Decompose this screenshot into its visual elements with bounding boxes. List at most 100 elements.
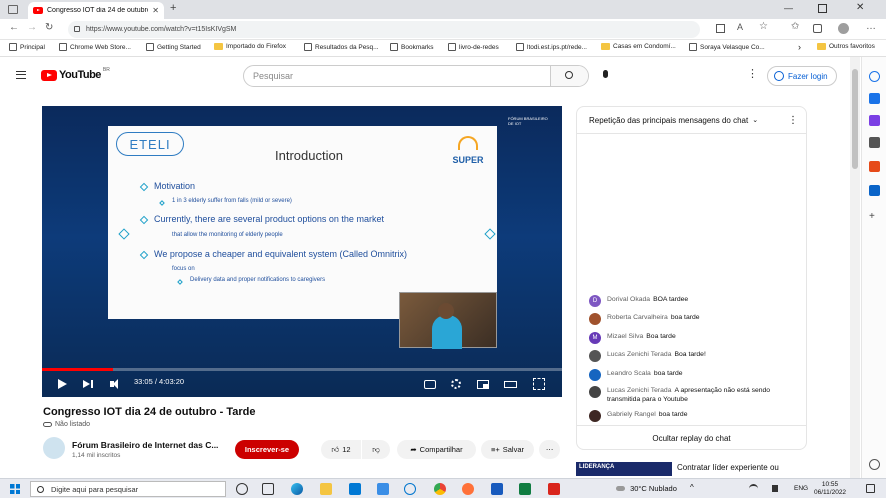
avatar xyxy=(589,386,601,398)
microphone-icon[interactable] xyxy=(603,70,608,78)
page-scrollbar[interactable] xyxy=(850,57,860,478)
youtube-logo[interactable]: YouTube BR xyxy=(41,67,110,81)
url-field[interactable]: https://www.youtube.com/watch?v=t15IsKIV… xyxy=(68,21,700,38)
scrollbar-thumb[interactable] xyxy=(852,69,858,169)
more-options-icon[interactable]: … xyxy=(866,21,876,32)
chevron-right-icon[interactable]: › xyxy=(798,42,801,52)
bookmark-folder-other[interactable]: Outros favoritos xyxy=(817,43,875,50)
subtitles-icon[interactable] xyxy=(423,377,437,391)
slide-sub-bullet: that allow the monitoring of elderly peo… xyxy=(172,232,283,238)
favorite-star-icon[interactable]: ☆ xyxy=(759,21,768,32)
menu-icon[interactable] xyxy=(16,71,26,79)
search-input[interactable]: Pesquisar xyxy=(243,65,589,87)
office-icon[interactable] xyxy=(869,161,880,172)
volume-icon[interactable] xyxy=(108,377,122,391)
collections-icon[interactable] xyxy=(813,24,822,33)
play-icon[interactable] xyxy=(55,377,69,391)
games-icon[interactable] xyxy=(869,137,880,148)
like-button[interactable]: 👍︎ 12 xyxy=(321,440,361,459)
save-button[interactable]: ≡+ Salvar xyxy=(481,440,534,459)
bookmark-item[interactable]: Principal xyxy=(9,43,45,51)
reload-icon[interactable]: ↻ xyxy=(45,22,53,33)
close-tab-icon[interactable]: ✕ xyxy=(152,6,159,15)
page-icon xyxy=(304,43,312,51)
favorites-icon[interactable]: ✩ xyxy=(791,21,799,32)
theater-mode-icon[interactable] xyxy=(503,377,517,391)
language-indicator[interactable]: ENG xyxy=(794,485,808,492)
bookmark-item[interactable]: livro-de-redes xyxy=(448,43,499,51)
search-icon[interactable] xyxy=(869,71,880,82)
bookmark-folder[interactable]: Casas em Condomí... xyxy=(601,43,676,50)
video-player[interactable]: FÓRUM BRASILEIRO DE IOT ETELI Introducti… xyxy=(42,106,562,397)
windows-start-icon[interactable] xyxy=(10,484,20,494)
dislike-button[interactable]: 👎︎ xyxy=(362,440,390,459)
bookmark-item[interactable]: ltodi.est.ips.pt/rede... xyxy=(516,43,587,51)
ad-thumbnail[interactable]: LIDERANÇA xyxy=(576,462,672,476)
profile-avatar[interactable] xyxy=(838,23,849,34)
taskbar-search-input[interactable]: Digite aqui para pesquisar xyxy=(30,481,226,497)
fullscreen-icon[interactable] xyxy=(532,377,546,391)
acrobat-icon[interactable] xyxy=(548,483,560,495)
outlook-icon[interactable] xyxy=(869,185,880,196)
ad-title[interactable]: Contratar líder experiente ou xyxy=(677,463,779,472)
share-button[interactable]: ➦ Compartilhar xyxy=(397,440,476,459)
weather-widget[interactable]: 30°C Nublado xyxy=(616,484,677,493)
chat-header[interactable]: Repetição das principais mensagens do ch… xyxy=(577,107,806,134)
add-icon[interactable]: + xyxy=(869,211,880,222)
firefox-icon[interactable] xyxy=(462,483,474,495)
forward-icon[interactable]: → xyxy=(27,22,37,33)
speaker-webcam xyxy=(399,292,497,349)
miniplayer-icon[interactable] xyxy=(476,377,490,391)
read-aloud-icon[interactable]: A xyxy=(737,22,743,32)
close-window-icon[interactable]: ✕ xyxy=(856,2,864,13)
progress-bar[interactable] xyxy=(42,368,562,371)
sidebar-settings-icon[interactable] xyxy=(869,459,880,470)
minimize-icon[interactable]: — xyxy=(784,3,793,13)
new-tab-icon[interactable]: + xyxy=(170,2,176,14)
back-icon[interactable]: ← xyxy=(9,22,19,33)
word-icon[interactable] xyxy=(491,483,503,495)
dell-icon[interactable] xyxy=(404,483,416,495)
bookmark-folder[interactable]: Importado do Firefox xyxy=(214,43,286,50)
subscribe-button[interactable]: Inscrever-se xyxy=(235,440,299,459)
edge-icon[interactable] xyxy=(291,483,303,495)
page-icon xyxy=(9,43,17,51)
bookmark-item[interactable]: Soraya Velasque Co... xyxy=(689,43,765,51)
app-available-icon[interactable] xyxy=(716,24,725,33)
settings-gear-icon[interactable] xyxy=(449,377,463,391)
channel-avatar[interactable] xyxy=(43,437,65,459)
volume-tray-icon[interactable] xyxy=(772,485,778,492)
task-view-icon[interactable] xyxy=(262,483,274,495)
more-actions-button[interactable]: ⋯ xyxy=(539,440,560,459)
taskbar-clock[interactable]: 10:55 06/11/2022 xyxy=(814,481,846,497)
next-icon[interactable] xyxy=(81,377,95,391)
address-bar-row: ← → ↻ https://www.youtube.com/watch?v=t1… xyxy=(0,19,886,40)
search-button[interactable] xyxy=(550,66,588,86)
speaker-head xyxy=(438,303,454,319)
bookmark-item[interactable]: Getting Started xyxy=(146,43,201,51)
excel-icon[interactable] xyxy=(519,483,531,495)
sign-in-button[interactable]: Fazer login xyxy=(767,66,837,86)
channel-name[interactable]: Fórum Brasileiro de Internet das C... xyxy=(72,440,224,450)
cortana-icon[interactable] xyxy=(236,483,248,495)
bookmark-item[interactable]: Chrome Web Store... xyxy=(59,43,131,51)
chrome-icon[interactable] xyxy=(434,483,446,495)
bookmark-item[interactable]: Bookmarks xyxy=(390,43,434,51)
maximize-icon[interactable] xyxy=(818,4,827,13)
store-icon[interactable] xyxy=(377,483,389,495)
bullet-diamond-icon xyxy=(139,250,149,260)
file-explorer-icon[interactable] xyxy=(320,483,332,495)
browser-tab-active[interactable]: Congresso IOT dia 24 de outubro ✕ xyxy=(28,2,164,19)
chat-more-icon[interactable]: ⋮ xyxy=(788,115,798,126)
visibility-badge: Não listado xyxy=(43,421,90,428)
notifications-icon[interactable] xyxy=(866,484,875,493)
hide-chat-replay-button[interactable]: Ocultar replay do chat xyxy=(577,425,806,449)
tray-chevron-up-icon[interactable]: ^ xyxy=(690,483,694,492)
network-icon[interactable] xyxy=(749,484,758,493)
bookmark-item[interactable]: Resultados da Pesq... xyxy=(304,43,379,51)
more-vert-icon[interactable]: ⋮ xyxy=(747,67,758,80)
window-menu-icon[interactable] xyxy=(8,5,18,14)
shopping-tag-icon[interactable] xyxy=(869,93,880,104)
mail-icon[interactable] xyxy=(349,483,361,495)
tools-icon[interactable] xyxy=(869,115,880,126)
